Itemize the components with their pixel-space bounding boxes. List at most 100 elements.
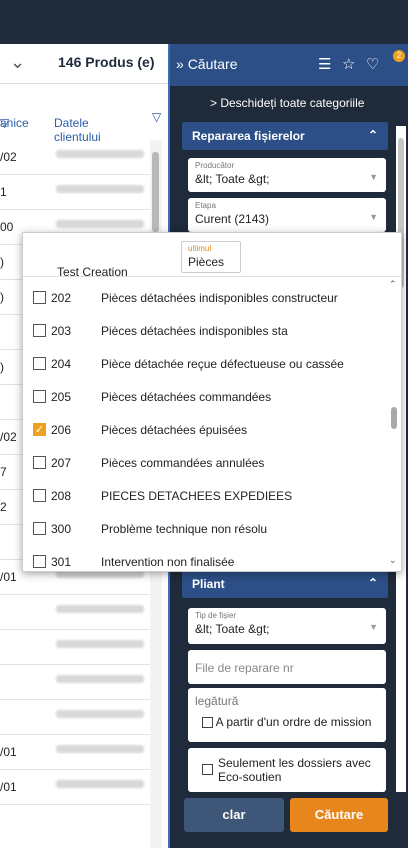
row-client-data bbox=[56, 220, 144, 228]
column-headers: anice ▽ Datele clientului ▽ bbox=[0, 110, 162, 144]
row-date: 00 bbox=[0, 220, 14, 234]
eco-group: Seulement les dossiers avec Eco-soutien bbox=[188, 748, 386, 792]
status-option[interactable]: ✓ 206 Pièces détachées épuisées bbox=[23, 413, 379, 446]
option-description: Pièces détachées indisponibles sta bbox=[101, 324, 288, 338]
eco-checkbox[interactable] bbox=[202, 764, 213, 775]
option-checkbox[interactable] bbox=[33, 456, 46, 469]
status-option[interactable]: 207 Pièces commandées annulées bbox=[23, 446, 379, 479]
row-client-data bbox=[56, 605, 144, 613]
stage-select[interactable]: Etapa Curent (2143) ▼ bbox=[188, 198, 386, 232]
row-client-data bbox=[56, 745, 144, 753]
filter-settings-icon[interactable]: ☰ bbox=[318, 55, 331, 73]
eco-label: Seulement les dossiers avec Eco-soutien bbox=[218, 756, 371, 784]
option-checkbox[interactable] bbox=[33, 357, 46, 370]
option-checkbox[interactable] bbox=[33, 390, 46, 403]
chevron-up-icon: ⌃ bbox=[367, 128, 378, 142]
option-description: PIECES DETACHEES EXPEDIEES bbox=[101, 489, 293, 503]
option-checkbox[interactable] bbox=[33, 555, 46, 568]
repair-number-input[interactable]: File de reparare nr bbox=[188, 650, 386, 684]
option-checkbox[interactable] bbox=[33, 324, 46, 337]
option-code: 202 bbox=[51, 291, 72, 305]
scrollbar-thumb[interactable] bbox=[152, 152, 159, 232]
row-date: ) bbox=[0, 255, 4, 269]
option-description: Pièces détachées indisponibles construct… bbox=[101, 291, 338, 305]
top-bar bbox=[0, 0, 408, 44]
option-checkbox[interactable] bbox=[33, 489, 46, 502]
table-row[interactable]: /02 bbox=[0, 140, 150, 175]
option-checkbox[interactable] bbox=[33, 291, 46, 304]
chevron-down-icon: ▼ bbox=[369, 212, 378, 222]
search-panel-header: » Căutare ☰ ☆ ♡ 2 bbox=[170, 44, 408, 86]
status-option[interactable]: 202 Pièces détachées indisponibles constr… bbox=[23, 281, 379, 314]
status-option[interactable]: 205 Pièces détachées commandées bbox=[23, 380, 379, 413]
producer-select[interactable]: Producător &lt; Toate &gt; ▼ bbox=[188, 158, 386, 192]
option-code: 300 bbox=[51, 522, 72, 536]
link-group: legătură A partir d'un ordre de mission bbox=[188, 688, 386, 742]
product-count: 146 Produs (e) bbox=[58, 54, 155, 70]
table-row[interactable]: /01 bbox=[0, 770, 150, 805]
row-date: ) bbox=[0, 360, 4, 374]
heart-icon[interactable]: ♡ bbox=[366, 55, 379, 73]
option-code: 207 bbox=[51, 456, 72, 470]
scrollbar-thumb[interactable] bbox=[391, 407, 397, 429]
row-date: /02 bbox=[0, 430, 17, 444]
favorites-badge: 2 bbox=[393, 50, 405, 62]
option-code: 206 bbox=[51, 423, 72, 437]
chevron-down-icon: ▼ bbox=[369, 622, 378, 632]
status-option[interactable]: 208 PIECES DETACHEES EXPEDIEES bbox=[23, 479, 379, 512]
clear-button[interactable]: clar bbox=[184, 798, 284, 832]
mission-order-checkbox[interactable]: A partir d'un ordre de mission bbox=[202, 715, 371, 729]
row-client-data bbox=[56, 710, 144, 718]
section-repair-files[interactable]: Repararea fișierelor ⌃ bbox=[182, 122, 388, 150]
dropdown-header: Test Creation ultimul Pièces bbox=[23, 233, 401, 279]
option-code: 208 bbox=[51, 489, 72, 503]
option-code: 301 bbox=[51, 555, 72, 569]
link-label: legătură bbox=[195, 694, 239, 708]
pin-icon[interactable]: ☆ bbox=[342, 55, 355, 73]
row-client-data bbox=[56, 640, 144, 648]
chevron-down-icon[interactable]: ⌄ bbox=[389, 555, 397, 566]
status-option[interactable]: 203 Pièces détachées indisponibles sta bbox=[23, 314, 379, 347]
status-option[interactable]: 300 Problème technique non résolu bbox=[23, 512, 379, 545]
option-description: Pièces détachées épuisées bbox=[101, 423, 248, 437]
row-client-data bbox=[56, 675, 144, 683]
option-description: Pièces commandées annulées bbox=[101, 456, 265, 470]
search-panel-footer: clar Căutare bbox=[170, 792, 408, 848]
status-option[interactable]: 204 Pièce détachée reçue défectueuse ou c… bbox=[23, 347, 379, 380]
row-date: /02 bbox=[0, 150, 17, 164]
row-client-data bbox=[56, 150, 144, 158]
option-description: Pièce détachée reçue défectueuse ou cass… bbox=[101, 357, 344, 371]
chevron-down-icon: ▼ bbox=[369, 172, 378, 182]
row-date: /01 bbox=[0, 570, 17, 584]
chevron-up-icon[interactable]: ⌃ bbox=[389, 279, 397, 290]
chevron-down-icon[interactable]: ⌄ bbox=[10, 52, 25, 73]
open-all-categories-link[interactable]: > Deschideți toate categoriile bbox=[210, 96, 364, 110]
file-type-select[interactable]: Tip de fișier &lt; Toate &gt; ▼ bbox=[188, 608, 386, 644]
table-row[interactable] bbox=[0, 665, 150, 700]
status-dropdown: Test Creation ultimul Pièces 202 Pièces d… bbox=[22, 232, 402, 572]
table-row[interactable] bbox=[0, 595, 150, 630]
status-option[interactable]: 301 Intervention non finalisée bbox=[23, 545, 379, 578]
option-description: Intervention non finalisée bbox=[101, 555, 235, 569]
option-checkbox[interactable]: ✓ bbox=[33, 423, 46, 436]
dropdown-scrollbar[interactable]: ⌃ ⌄ bbox=[387, 277, 401, 571]
row-date: /01 bbox=[0, 780, 17, 794]
table-row[interactable] bbox=[0, 700, 150, 735]
filter-icon[interactable]: ▽ bbox=[152, 110, 161, 124]
table-row[interactable]: 1 bbox=[0, 175, 150, 210]
option-code: 203 bbox=[51, 324, 72, 338]
option-code: 205 bbox=[51, 390, 72, 404]
option-code: 204 bbox=[51, 357, 72, 371]
option-checkbox[interactable] bbox=[33, 522, 46, 535]
search-panel-title: » Căutare bbox=[176, 56, 238, 72]
dropdown-search-input[interactable]: ultimul Pièces bbox=[181, 241, 241, 273]
row-date: 1 bbox=[0, 185, 7, 199]
filter-icon[interactable]: ▽ bbox=[0, 116, 9, 130]
option-description: Pièces détachées commandées bbox=[101, 390, 272, 404]
chevron-up-icon: ⌃ bbox=[367, 576, 378, 590]
table-row[interactable] bbox=[0, 630, 150, 665]
row-date: /01 bbox=[0, 745, 17, 759]
row-date: 7 bbox=[0, 465, 7, 479]
table-row[interactable]: /01 bbox=[0, 735, 150, 770]
search-button[interactable]: Căutare bbox=[290, 798, 388, 832]
